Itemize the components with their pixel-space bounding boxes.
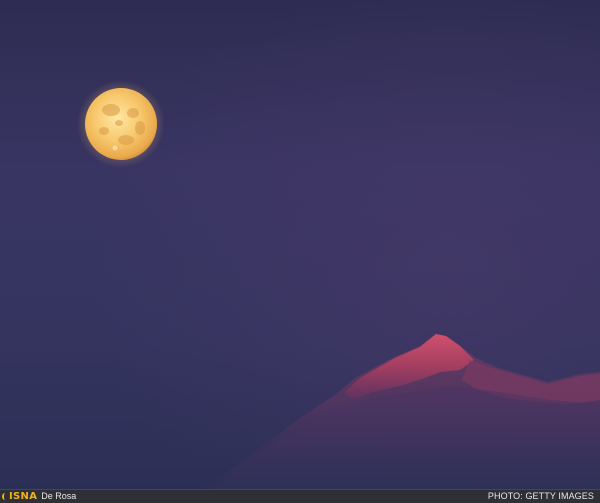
isna-logo-text: ISNA [9, 491, 38, 502]
photo [0, 0, 600, 489]
isna-watermark: ISNA De Rosa [2, 490, 76, 503]
night-sky-photo [0, 0, 600, 489]
full-moon [77, 80, 165, 168]
photo-credit: PHOTO: GETTY IMAGES [487, 491, 594, 501]
photographer-name: De Rosa [41, 491, 77, 501]
valley-haze [0, 400, 600, 489]
isna-logo-icon [2, 493, 8, 500]
credit-bar: ISNA De Rosa PHOTO: GETTY IMAGES [0, 489, 600, 503]
isna-logo: ISNA [2, 490, 37, 503]
